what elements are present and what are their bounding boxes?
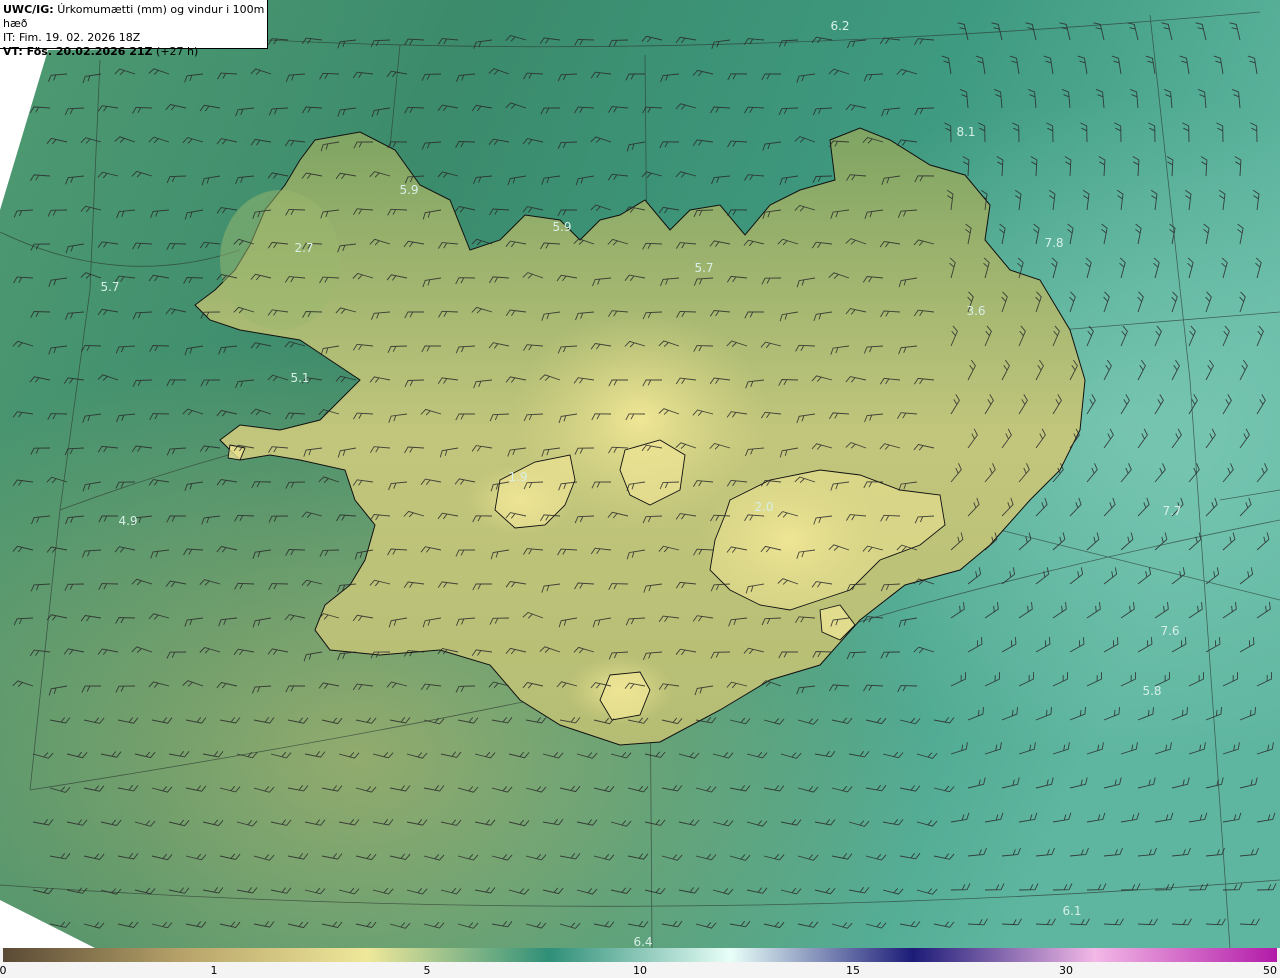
colorbar-tick-label: 5	[423, 964, 431, 977]
title-line: UWC/IG: Úrkomumætti (mm) og vindur i 100…	[3, 3, 267, 31]
valid-offset: (+27 h)	[156, 45, 199, 58]
map-value-label: 7.6	[1160, 624, 1180, 638]
map-value-label: 8.1	[956, 125, 976, 139]
map-value-label: 5.7	[694, 261, 714, 275]
map-panel: UWC/IG: Úrkomumætti (mm) og vindur i 100…	[0, 0, 1280, 948]
map-value-label: 1.9	[508, 470, 528, 484]
colorbar-tick-label: 1	[210, 964, 218, 977]
map-value-label: 2.7	[294, 241, 314, 255]
map-value-label: 7.8	[1044, 236, 1064, 250]
map-value-label: 5.9	[399, 183, 419, 197]
colorbar-tick-label: 30	[1059, 964, 1073, 977]
map-value-label: 6.1	[1062, 904, 1082, 918]
map-value-label: 6.2	[830, 19, 850, 33]
map-value-label: 4.9	[118, 514, 138, 528]
valid-time-line: VT: Fös. 20.02.2026 21Z (+27 h)	[3, 45, 267, 59]
init-time: IT: Fim. 19. 02. 2026 18Z	[3, 31, 141, 44]
map-value-label: 5.1	[290, 371, 310, 385]
colorbar-tick-label: 10	[633, 964, 647, 977]
map-value-label: 5.7	[100, 280, 120, 294]
map-value-label: 7.7	[1162, 504, 1182, 518]
colorbar-tick-label: 15	[846, 964, 860, 977]
map-value-label: 5.8	[1142, 684, 1162, 698]
model-label: UWC/IG:	[3, 3, 54, 16]
valid-time: VT: Fös. 20.02.2026 21Z	[3, 45, 153, 58]
precipitation-map	[0, 0, 1280, 948]
map-value-label: 5.9	[552, 220, 572, 234]
colorbar-tick-label: 0	[0, 964, 7, 977]
colorbar-tick-label: 50	[1263, 964, 1277, 977]
colorbar: 0 1 5 10 15 30 50	[0, 948, 1280, 978]
map-info-box: UWC/IG: Úrkomumætti (mm) og vindur i 100…	[0, 0, 268, 58]
map-value-label: 2.0	[754, 500, 774, 514]
colorbar-strip	[3, 948, 1277, 962]
map-value-label: 3.6	[966, 304, 986, 318]
map-value-label: 6.4	[633, 935, 653, 948]
